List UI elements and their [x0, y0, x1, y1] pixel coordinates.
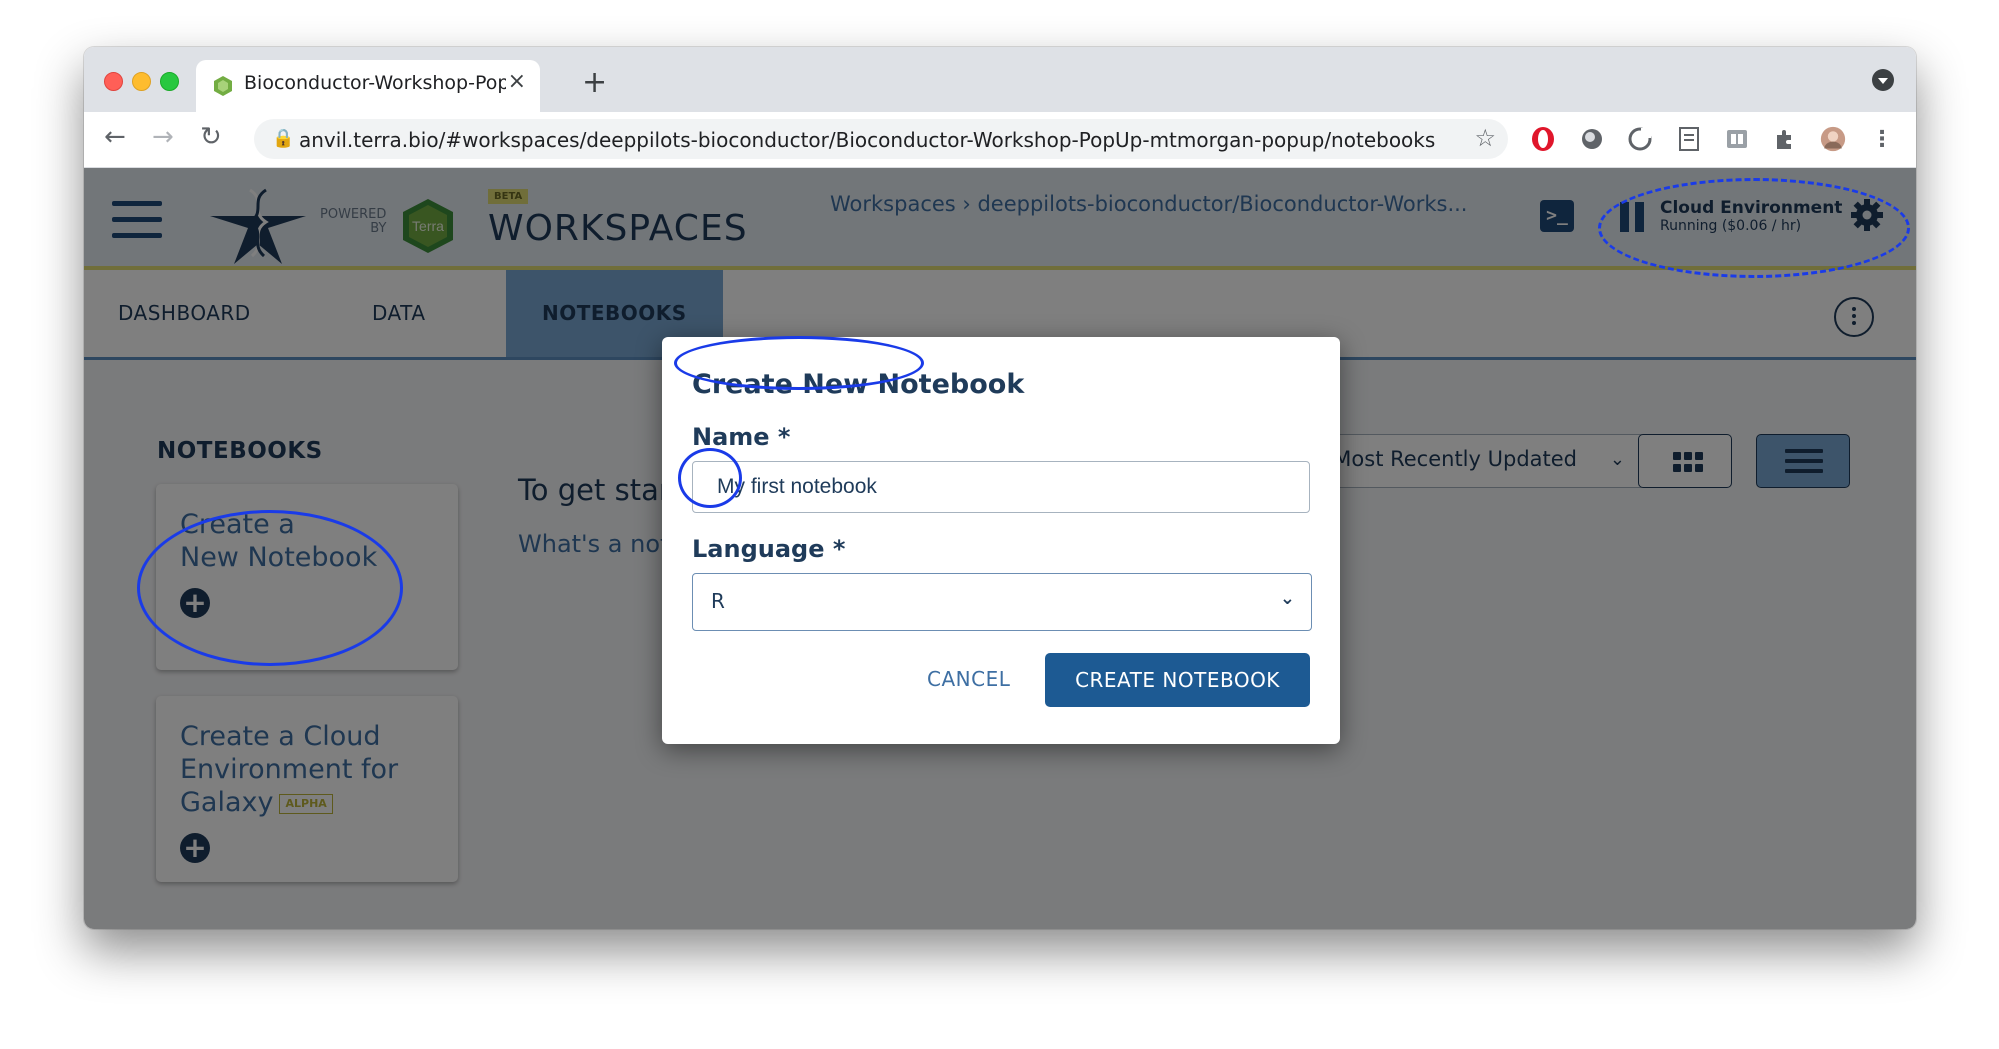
lock-icon: 🔒 [272, 128, 295, 149]
create-notebook-modal: Create New Notebook Name * Language * R … [662, 337, 1340, 744]
new-tab-button[interactable]: + [582, 65, 607, 100]
browser-tab[interactable]: Bioconductor-Workshop-PopUp × [196, 60, 540, 112]
refresh-extension-icon[interactable] [1627, 126, 1653, 152]
reader-extension-icon[interactable] [1724, 126, 1750, 152]
name-label: Name * [692, 423, 791, 451]
cancel-button[interactable]: CANCEL [927, 653, 1010, 705]
language-label: Language * [692, 535, 846, 563]
address-bar[interactable]: 🔒 anvil.terra.bio/#workspaces/deeppilots… [254, 119, 1508, 159]
language-select[interactable]: R ⌄ [692, 573, 1312, 631]
create-notebook-button[interactable]: CREATE NOTEBOOK [1045, 653, 1310, 707]
document-extension-icon[interactable] [1676, 126, 1702, 152]
create-notebook-highlight [137, 510, 403, 666]
cloud-environment-highlight [1598, 178, 1910, 278]
profile-avatar-icon[interactable] [1820, 126, 1846, 152]
tab-strip: Bioconductor-Workshop-PopUp × + [84, 47, 1916, 112]
opera-extension-icon[interactable] [1530, 126, 1556, 152]
notebook-name-input[interactable] [692, 461, 1310, 513]
bookmark-star-icon[interactable]: ☆ [1474, 124, 1496, 152]
language-highlight [678, 448, 742, 508]
puzzle-extensions-icon[interactable] [1772, 126, 1798, 152]
close-window-button[interactable] [104, 72, 123, 91]
url-text: anvil.terra.bio/#workspaces/deeppilots-b… [299, 128, 1436, 152]
language-select-value: R [711, 589, 725, 613]
terra-favicon-icon [214, 76, 232, 96]
browser-window: Bioconductor-Workshop-PopUp × + ← → ↻ 🔒 … [84, 47, 1916, 929]
minimize-window-button[interactable] [132, 72, 151, 91]
reload-button[interactable]: ↻ [200, 122, 222, 152]
chevron-down-icon: ⌄ [1279, 588, 1295, 609]
browser-toolbar: ← → ↻ 🔒 anvil.terra.bio/#workspaces/deep… [84, 112, 1916, 168]
maximize-window-button[interactable] [160, 72, 179, 91]
circle-extension-icon[interactable] [1579, 126, 1605, 152]
tab-title: Bioconductor-Workshop-PopUp [244, 72, 506, 94]
browser-menu-icon[interactable]: ⋮ [1869, 126, 1895, 152]
name-input-highlight [674, 336, 924, 390]
back-button[interactable]: ← [104, 122, 126, 152]
tab-close-icon[interactable]: × [508, 69, 526, 94]
forward-button[interactable]: → [152, 122, 174, 152]
tab-search-icon[interactable] [1872, 69, 1894, 91]
